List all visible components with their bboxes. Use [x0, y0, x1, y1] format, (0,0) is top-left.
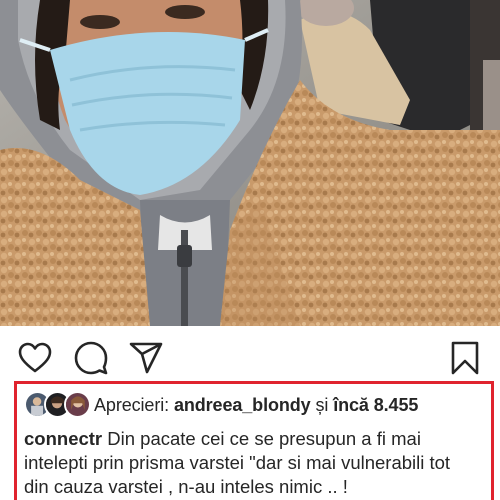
caption-text-3: din cauza varstei , n-au inteles nimic .… — [24, 476, 348, 497]
heart-icon[interactable] — [17, 340, 53, 376]
photo-scene — [0, 0, 500, 326]
paper-plane-icon[interactable] — [128, 340, 164, 376]
likes-text: Aprecieri: andreea_blondy și încă 8.455 — [94, 395, 418, 416]
likes-count-link[interactable]: încă 8.455 — [333, 395, 418, 415]
avatar[interactable] — [64, 391, 91, 418]
post-photo[interactable] — [0, 0, 500, 326]
likes-label: Aprecieri: — [94, 394, 170, 415]
caption-username[interactable]: connectr — [24, 428, 102, 449]
post-caption: connectr Din pacate cei ce se presupun a… — [24, 427, 494, 499]
caption-text-2: intelepti prin prisma varstei "dar si ma… — [24, 452, 451, 473]
liker-avatars[interactable] — [24, 391, 92, 419]
liker-username[interactable]: andreea_blondy — [174, 395, 311, 415]
likes-conjunction: și — [315, 394, 329, 415]
bookmark-icon[interactable] — [447, 340, 483, 376]
caption-line-1: connectr Din pacate cei ce se presupun a… — [24, 427, 494, 451]
caption-text-1: Din pacate cei ce se presupun a fi mai — [107, 428, 421, 449]
post-actions-bar — [0, 326, 500, 386]
likes-row[interactable]: Aprecieri: andreea_blondy și încă 8.455 — [24, 391, 418, 419]
comment-icon[interactable] — [73, 340, 109, 376]
